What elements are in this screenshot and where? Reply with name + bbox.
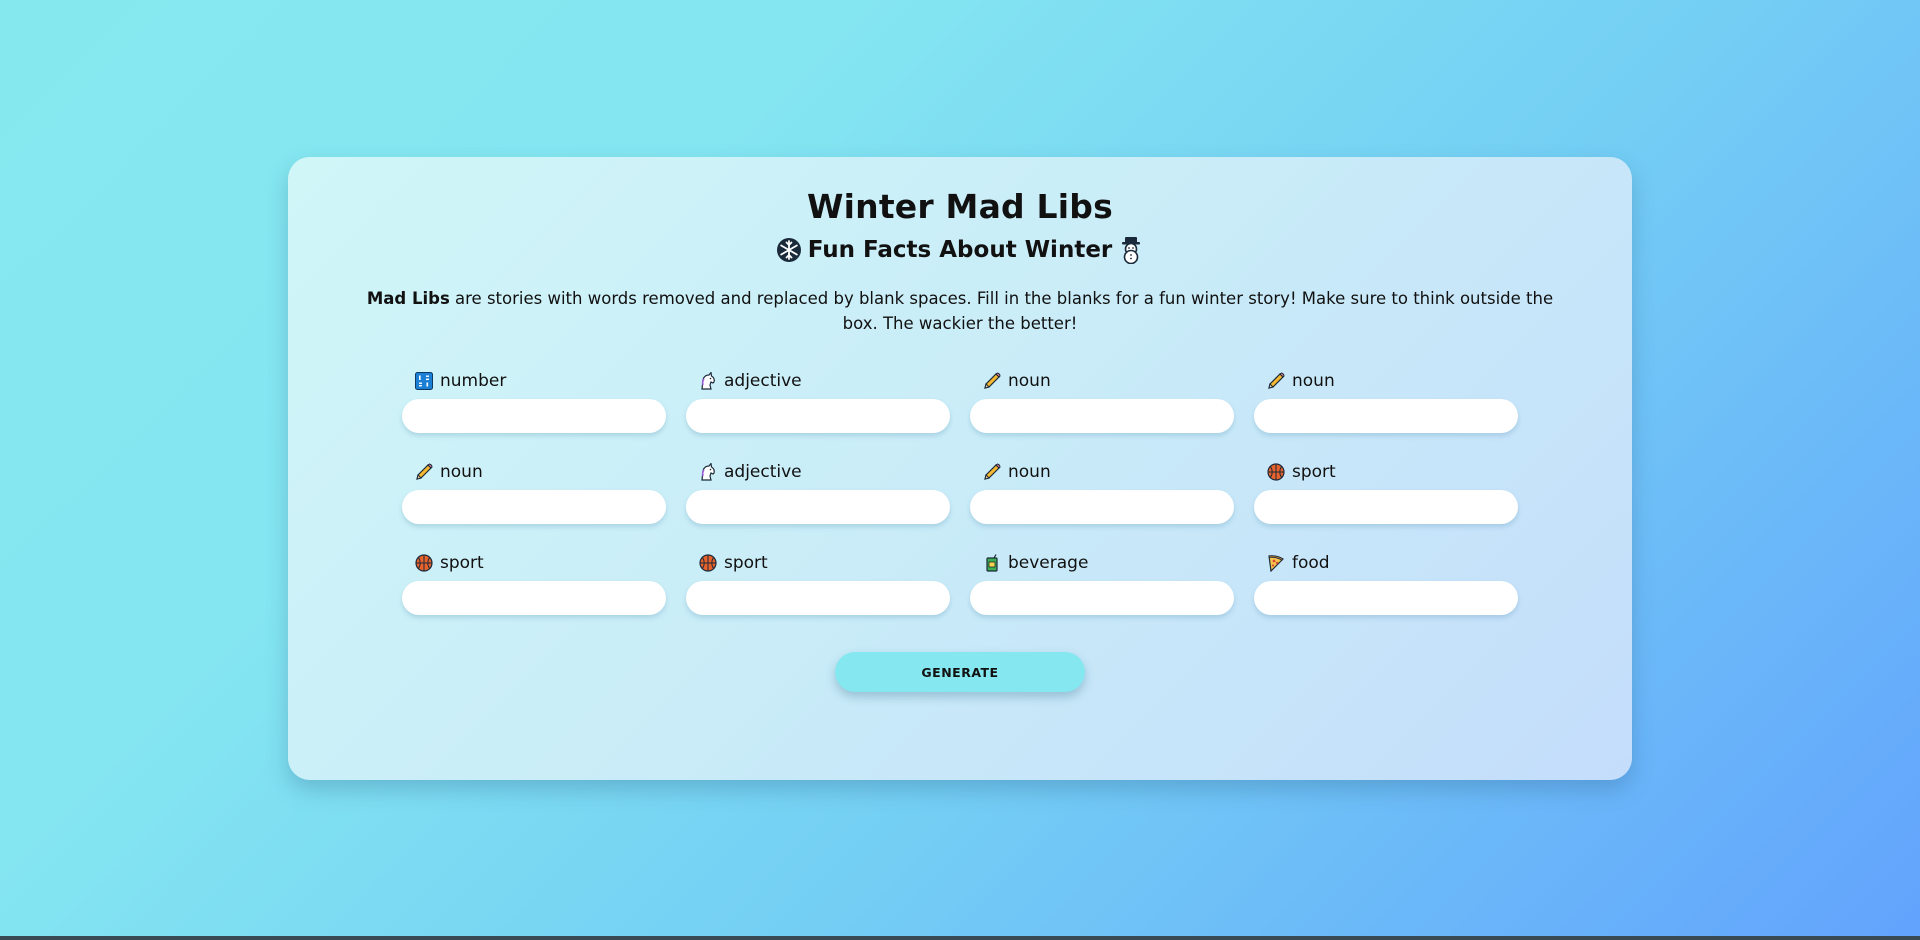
field-label-text: noun (1292, 371, 1335, 391)
subtitle-text: Fun Facts About Winter (807, 237, 1113, 263)
field-label-text: adjective (724, 371, 802, 391)
beverage-input[interactable] (970, 581, 1234, 615)
sport-input[interactable] (1254, 490, 1518, 524)
field-adjective: adjective (686, 369, 950, 433)
number-input[interactable] (402, 399, 666, 433)
field-label: noun (1254, 369, 1518, 393)
field-label: sport (1254, 460, 1518, 484)
juice-box-icon (982, 553, 1002, 573)
basketball-icon (1266, 462, 1286, 482)
intro-rest: are stories with words removed and repla… (449, 289, 1554, 333)
field-label: adjective (686, 369, 950, 393)
field-noun: noun (402, 460, 666, 524)
basketball-icon (698, 553, 718, 573)
field-label: sport (402, 551, 666, 575)
pencil-icon (414, 462, 434, 482)
snowman-icon (1118, 236, 1144, 264)
field-label: noun (970, 369, 1234, 393)
field-label-text: sport (440, 553, 484, 573)
field-adjective: adjective (686, 460, 950, 524)
pencil-icon (982, 462, 1002, 482)
unicorn-icon (698, 462, 718, 482)
intro-bold: Mad Libs (366, 289, 450, 308)
field-label-text: noun (1008, 462, 1051, 482)
taskbar-strip (0, 936, 1920, 940)
field-label: beverage (970, 551, 1234, 575)
field-label-text: noun (1008, 371, 1051, 391)
adjective-input[interactable] (686, 399, 950, 433)
noun-input[interactable] (1254, 399, 1518, 433)
field-food: food (1254, 551, 1518, 615)
field-sport: sport (402, 551, 666, 615)
field-label-text: number (440, 371, 507, 391)
page-subtitle: Fun Facts About Winter (288, 236, 1632, 264)
pencil-icon (982, 371, 1002, 391)
field-label: noun (402, 460, 666, 484)
sport-input[interactable] (402, 581, 666, 615)
intro-text: Mad Libs are stories with words removed … (348, 286, 1572, 336)
noun-input[interactable] (970, 399, 1234, 433)
field-sport: sport (686, 551, 950, 615)
pizza-icon (1266, 553, 1286, 573)
field-label: food (1254, 551, 1518, 575)
pencil-icon (1266, 371, 1286, 391)
field-label-text: beverage (1008, 553, 1089, 573)
field-noun: noun (970, 460, 1234, 524)
field-noun: noun (1254, 369, 1518, 433)
field-label: sport (686, 551, 950, 575)
word-fields-grid: number adjective noun noun noun adjectiv… (402, 369, 1522, 615)
unicorn-icon (698, 371, 718, 391)
sport-input[interactable] (686, 581, 950, 615)
field-noun: noun (970, 369, 1234, 433)
numbers-icon (414, 371, 434, 391)
field-label: noun (970, 460, 1234, 484)
basketball-icon (414, 553, 434, 573)
field-beverage: beverage (970, 551, 1234, 615)
field-label: adjective (686, 460, 950, 484)
generate-button[interactable]: GENERATE (835, 652, 1085, 692)
food-input[interactable] (1254, 581, 1518, 615)
field-sport: sport (1254, 460, 1518, 524)
field-label-text: noun (440, 462, 483, 482)
page-title: Winter Mad Libs (807, 187, 1113, 226)
adjective-input[interactable] (686, 490, 950, 524)
noun-input[interactable] (970, 490, 1234, 524)
field-label-text: food (1292, 553, 1330, 573)
field-label-text: sport (724, 553, 768, 573)
noun-input[interactable] (402, 490, 666, 524)
mad-libs-card: Winter Mad Libs Fun Facts About Winter M… (288, 157, 1632, 780)
field-number: number (402, 369, 666, 433)
field-label: number (402, 369, 666, 393)
field-label-text: sport (1292, 462, 1336, 482)
snowflake-icon (776, 237, 802, 263)
field-label-text: adjective (724, 462, 802, 482)
